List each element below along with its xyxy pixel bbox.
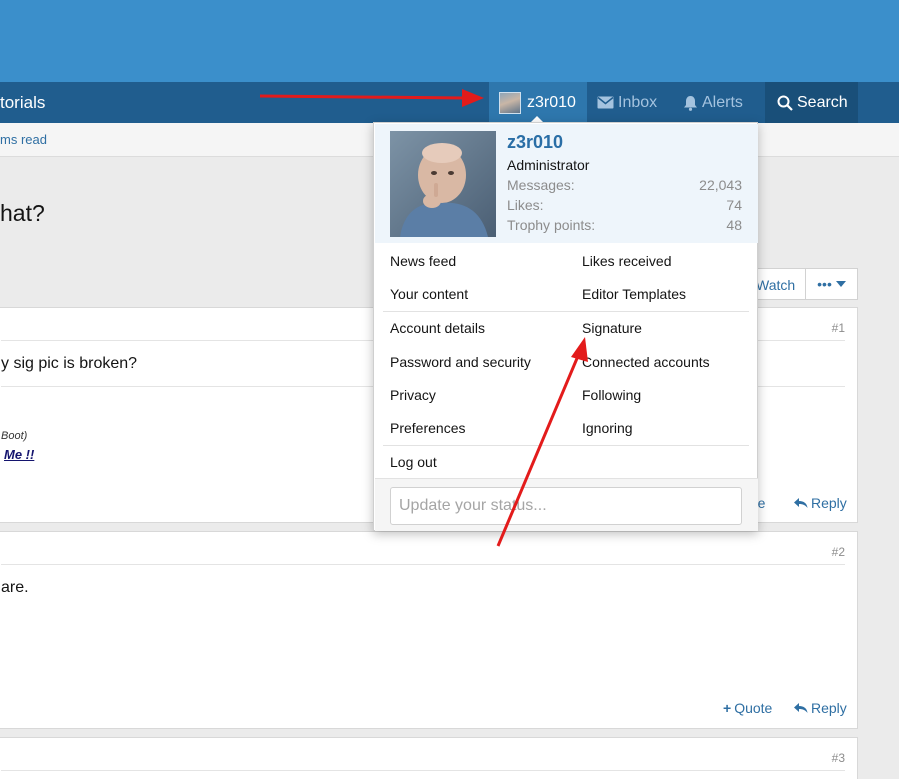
menu-connected-accounts[interactable]: Connected accounts [582,354,710,370]
post-divider [1,564,845,565]
profile-role: Administrator [507,157,590,173]
menu-likes-received[interactable]: Likes received [582,253,672,269]
signature-link[interactable]: Me !! [4,447,34,462]
status-input[interactable] [390,487,742,525]
nav-avatar [499,91,521,114]
post-number[interactable]: #3 [832,751,845,765]
reply-button[interactable]: Reply [794,700,847,716]
menu-editor-templates[interactable]: Editor Templates [582,286,686,302]
post-body: y sig pic is broken? [1,355,138,372]
avatar-image [390,131,496,237]
menu-account-details[interactable]: Account details [390,320,485,336]
stat-likes: Likes: 74 [507,197,742,213]
plus-icon: + [723,700,732,716]
profile-username[interactable]: z3r010 [507,132,563,153]
quote-button[interactable]: + Quote [723,700,772,716]
menu-news-feed[interactable]: News feed [390,253,456,269]
post-3: #3 [0,737,858,779]
stat-value: 22,043 [699,177,742,193]
search-icon [777,95,793,111]
menu-preferences[interactable]: Preferences [390,420,465,436]
menu-following[interactable]: Following [582,387,641,403]
reply-label: Reply [811,700,847,716]
post-body: are. [1,579,29,596]
signature-text: Boot) [1,430,28,442]
bell-icon [684,95,697,111]
nav-inbox-label: Inbox [618,93,658,111]
nav-alerts[interactable]: Alerts [683,82,743,123]
menu-divider [383,445,749,446]
stat-label: Trophy points: [507,217,596,233]
site-header [0,0,899,82]
menu-divider [383,311,749,312]
stat-value: 74 [726,197,742,213]
reply-label: Reply [811,495,847,511]
nav-search[interactable]: Search [765,82,858,123]
menu-your-content[interactable]: Your content [390,286,468,302]
thread-title: hat? [0,200,45,226]
stat-trophy-points: Trophy points: 48 [507,217,742,233]
nav-username: z3r010 [527,93,576,111]
account-popup: z3r010 Administrator Messages: 22,043 Li… [373,122,758,531]
nav-search-label: Search [797,93,848,111]
profile-card: z3r010 Administrator Messages: 22,043 Li… [375,124,758,243]
main-navbar: torials z3r010 Inbox Alerts Search [0,82,899,123]
stat-messages: Messages: 22,043 [507,177,742,193]
envelope-icon [597,96,614,109]
menu-log-out[interactable]: Log out [390,454,437,470]
menu-ignoring[interactable]: Ignoring [582,420,633,436]
post-2: #2 are. + Quote Reply [0,531,858,729]
nav-inbox[interactable]: Inbox [597,82,657,123]
stat-label: Likes: [507,197,544,213]
status-update-area [375,478,758,531]
chevron-down-icon [835,281,846,287]
post-number[interactable]: #2 [832,545,845,559]
post-divider [1,770,845,771]
menu-signature[interactable]: Signature [582,320,642,336]
menu-privacy[interactable]: Privacy [390,387,436,403]
more-options-button[interactable]: ••• [805,268,858,300]
nav-tab-tutorials[interactable]: torials [0,93,45,113]
reply-icon [794,498,808,508]
stat-value: 48 [726,217,742,233]
stat-label: Messages: [507,177,575,193]
profile-avatar[interactable] [390,131,496,237]
more-options-label: ••• [817,276,832,292]
post-number[interactable]: #1 [832,321,845,335]
reply-button[interactable]: Reply [794,495,847,511]
menu-password-security[interactable]: Password and security [390,354,531,370]
mark-forums-read-link[interactable]: ms read [0,132,47,147]
reply-icon [794,703,808,713]
nav-alerts-label: Alerts [702,93,743,111]
quote-label: Quote [734,700,773,716]
